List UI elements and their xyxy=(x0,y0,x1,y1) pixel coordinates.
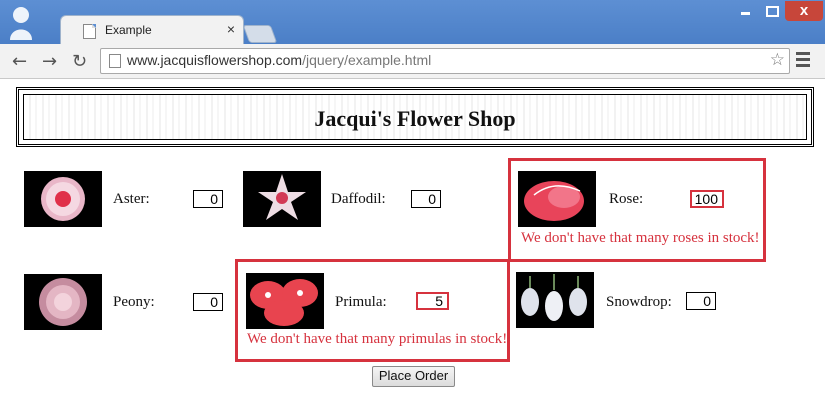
tab-title: Example xyxy=(105,23,152,37)
maximize-button[interactable] xyxy=(759,1,783,21)
page-icon xyxy=(109,54,121,68)
daffodil-quantity-input[interactable] xyxy=(411,190,441,208)
peony-image xyxy=(24,274,102,330)
snowdrop-label: Snowdrop: xyxy=(606,294,672,310)
address-bar[interactable]: www.jacquisflowershop.com/jquery/example… xyxy=(100,48,790,74)
browser-window: Example × x ← → ↻ www.jacquisflowershop.… xyxy=(0,0,825,403)
new-tab-button[interactable] xyxy=(242,25,278,43)
rose-image xyxy=(518,171,596,227)
primula-label: Primula: xyxy=(335,294,387,310)
page-icon xyxy=(83,24,96,39)
rose-quantity-input[interactable] xyxy=(690,190,724,208)
tab-close-icon[interactable]: × xyxy=(227,21,235,37)
forward-arrow-icon[interactable]: → xyxy=(42,51,57,72)
snowdrop-image xyxy=(516,272,594,328)
reload-icon[interactable]: ↻ xyxy=(72,51,87,72)
aster-label: Aster: xyxy=(113,191,150,207)
shop-banner: Jacqui's Flower Shop xyxy=(16,87,814,147)
back-arrow-icon[interactable]: ← xyxy=(12,51,27,72)
hamburger-menu-icon[interactable] xyxy=(796,52,810,70)
place-order-button[interactable]: Place Order xyxy=(372,366,455,387)
aster-quantity-input[interactable] xyxy=(193,190,223,208)
daffodil-label: Daffodil: xyxy=(331,191,386,207)
shop-title: Jacqui's Flower Shop xyxy=(314,106,516,131)
url-text: www.jacquisflowershop.com/jquery/example… xyxy=(127,52,432,68)
daffodil-image xyxy=(243,171,321,227)
bookmark-star-icon[interactable]: ☆ xyxy=(770,50,785,70)
browser-toolbar: ← → ↻ www.jacquisflowershop.com/jquery/e… xyxy=(0,44,825,79)
close-window-button[interactable]: x xyxy=(785,1,823,21)
peony-label: Peony: xyxy=(113,294,155,310)
primula-quantity-input[interactable] xyxy=(416,292,449,310)
primula-error-message: We don't have that many primulas in stoc… xyxy=(247,331,508,347)
page-content: Jacqui's Flower Shop Aster: Daffodil: xyxy=(0,79,825,403)
aster-image xyxy=(24,171,102,227)
rose-label: Rose: xyxy=(609,191,644,207)
user-profile-icon[interactable] xyxy=(8,4,34,40)
minimize-button[interactable] xyxy=(733,1,757,21)
snowdrop-quantity-input[interactable] xyxy=(686,292,716,310)
rose-error-message: We don't have that many roses in stock! xyxy=(521,230,760,246)
primula-image xyxy=(246,273,324,329)
peony-quantity-input[interactable] xyxy=(193,293,223,311)
title-bar: Example × x xyxy=(0,0,825,45)
tab-example[interactable]: Example × xyxy=(60,15,244,45)
